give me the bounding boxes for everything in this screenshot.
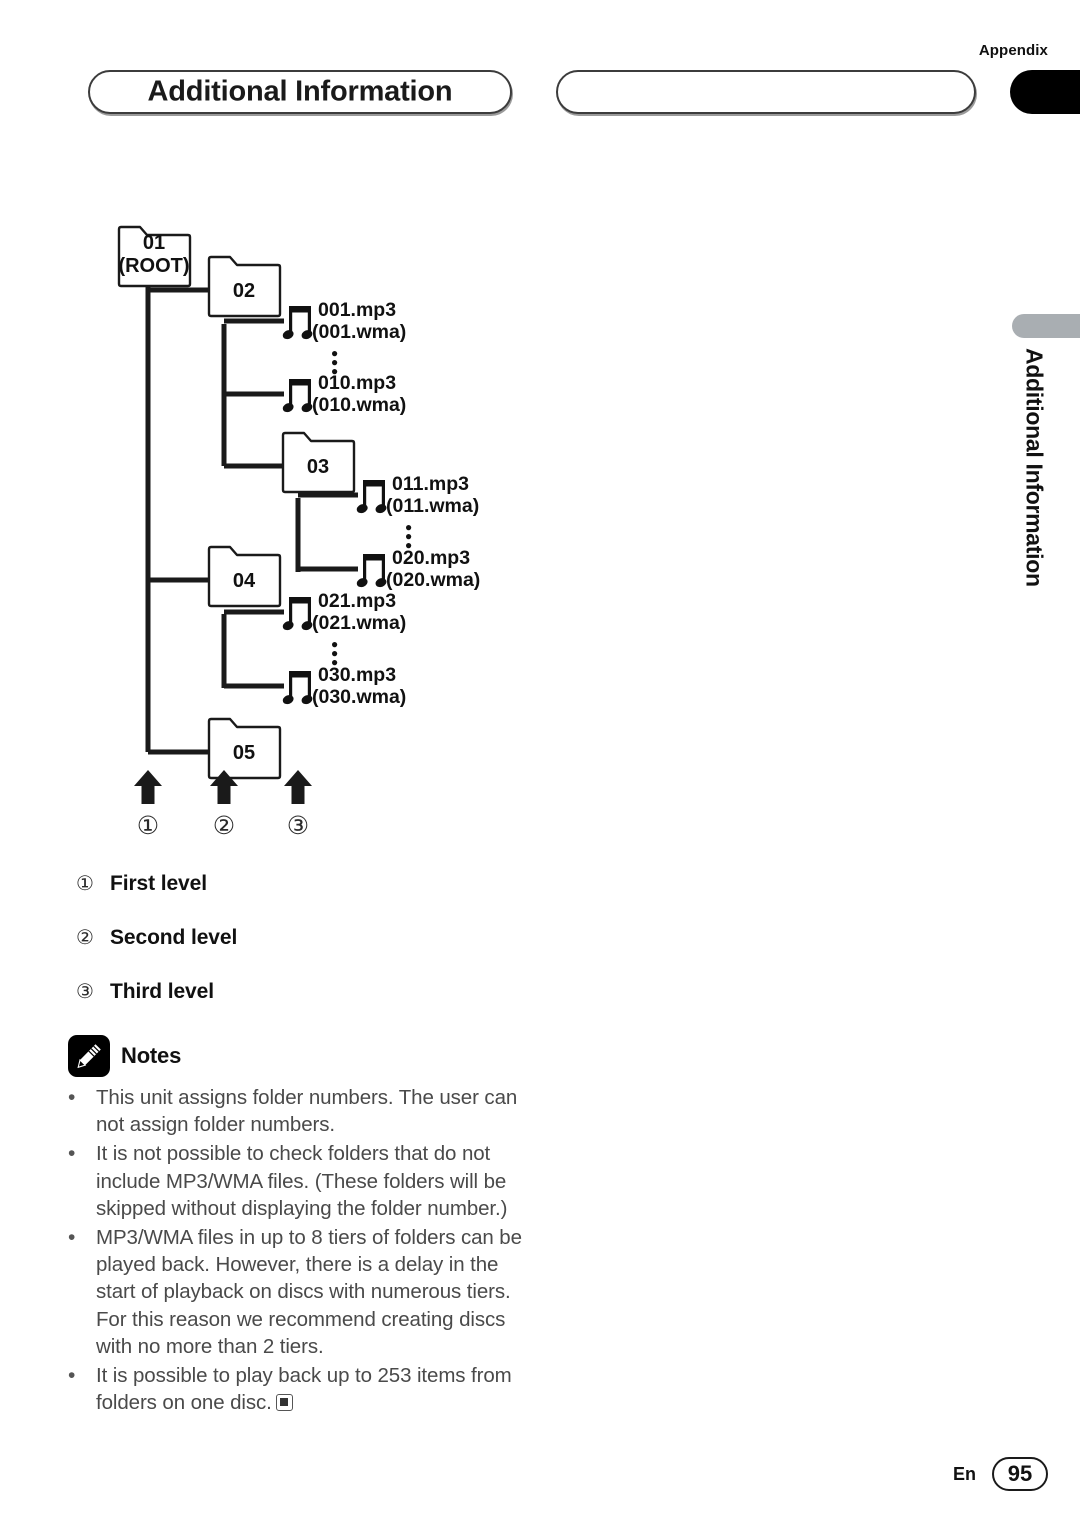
footer-page-number: 95: [992, 1457, 1048, 1491]
file-011-mp3: 011.mp3: [392, 473, 469, 495]
folder-hierarchy-diagram: 01 (ROOT) 02 03 04 05 001.mp3 (001.wma): [96, 204, 526, 844]
appendix-label: Appendix: [978, 42, 1048, 59]
notes-section: Notes • This unit assigns folder numbers…: [68, 1035, 538, 1418]
folder-01-label-line1: 01: [143, 232, 165, 254]
note-item: • MP3/WMA files in up to 8 tiers of fold…: [68, 1224, 538, 1360]
note-text: MP3/WMA files in up to 8 tiers of folder…: [96, 1226, 522, 1358]
note-text: This unit assigns folder numbers. The us…: [96, 1086, 518, 1137]
note-bullet: •: [68, 1142, 76, 1166]
ellipsis-dots-3: [332, 642, 338, 666]
level-legend: ① First level ② Second level ③ Third lev…: [76, 872, 506, 1034]
file-030-wma: (030.wma): [312, 686, 406, 708]
level-legend-row-3: ③ Third level: [76, 980, 506, 1034]
file-010-wma: (010.wma): [312, 394, 406, 416]
file-020-wma: (020.wma): [386, 569, 480, 591]
level-1-label: First level: [110, 872, 207, 895]
level-arrow-1-icon: [134, 770, 162, 804]
level-legend-row-2: ② Second level: [76, 926, 506, 980]
notes-title: Notes: [121, 1043, 182, 1068]
notes-header: Notes: [68, 1035, 538, 1077]
note-bullet: •: [68, 1226, 76, 1250]
file-021-mp3: 021.mp3: [318, 590, 396, 612]
footer-language: En: [952, 1463, 976, 1484]
notes-list: • This unit assigns folder numbers. The …: [68, 1084, 538, 1416]
note-item: • It is not possible to check folders th…: [68, 1140, 538, 1222]
music-note-icon-010: [281, 379, 314, 414]
level-3-marker: ③: [76, 981, 94, 1003]
note-item: • This unit assigns folder numbers. The …: [68, 1084, 538, 1138]
manual-page: Appendix Additional Information Addition…: [0, 0, 1080, 1529]
music-note-icon-020: [355, 554, 388, 589]
music-note-icon-030: [281, 671, 314, 706]
page-title-pill: Additional Information: [88, 70, 512, 114]
file-001-wma: (001.wma): [312, 321, 406, 343]
note-text: It is not possible to check folders that…: [96, 1142, 508, 1220]
ellipsis-dots-1: [332, 351, 338, 375]
music-note-icon-001: [281, 306, 314, 341]
level-3-label: Third level: [110, 980, 214, 1003]
note-item: • It is possible to play back up to 253 …: [68, 1362, 538, 1416]
ellipsis-dots-2: [406, 525, 412, 549]
note-text: It is possible to play back up to 253 it…: [96, 1362, 538, 1416]
level-arrow-1-number: ①: [137, 812, 159, 840]
folder-04-label: 04: [233, 570, 256, 592]
note-bullet: •: [68, 1086, 76, 1109]
level-2-label: Second level: [110, 926, 238, 949]
filled-square-icon: [275, 1394, 293, 1412]
file-030-mp3: 030.mp3: [318, 664, 396, 686]
music-note-icon-021: [281, 597, 314, 632]
note-text-body: It is possible to play back up to 253 it…: [96, 1364, 512, 1415]
side-tab-vertical-label-text: Additional Information: [1021, 348, 1048, 587]
header-blank-pill: [556, 70, 976, 114]
file-021-wma: (021.wma): [312, 612, 406, 634]
level-2-marker: ②: [76, 927, 94, 949]
folder-05-label: 05: [233, 742, 255, 764]
level-arrow-2-number: ②: [213, 812, 235, 840]
folder-02-label: 02: [233, 280, 255, 302]
note-bullet: •: [68, 1364, 76, 1388]
page-edge-tab-icon: [1010, 70, 1080, 114]
level-arrow-3-icon: [284, 770, 312, 804]
pencil-icon: [68, 1035, 110, 1077]
side-tab-gray-bar: [1012, 314, 1080, 338]
file-010-mp3: 010.mp3: [318, 372, 396, 394]
level-1-marker: ①: [76, 873, 94, 895]
page-footer: En 95: [953, 1457, 1048, 1491]
folder-03-label: 03: [307, 456, 329, 478]
side-tab-vertical-label: Additional Information: [1012, 348, 1056, 648]
folder-01-label-line2: (ROOT): [118, 255, 189, 277]
level-legend-row-1: ① First level: [76, 872, 506, 926]
file-011-wma: (011.wma): [386, 495, 479, 517]
music-note-icon-011: [355, 480, 388, 515]
file-001-mp3: 001.mp3: [318, 299, 396, 321]
file-020-mp3: 020.mp3: [392, 547, 470, 569]
page-title: Additional Information: [147, 75, 453, 108]
level-arrow-3-number: ③: [287, 812, 309, 840]
